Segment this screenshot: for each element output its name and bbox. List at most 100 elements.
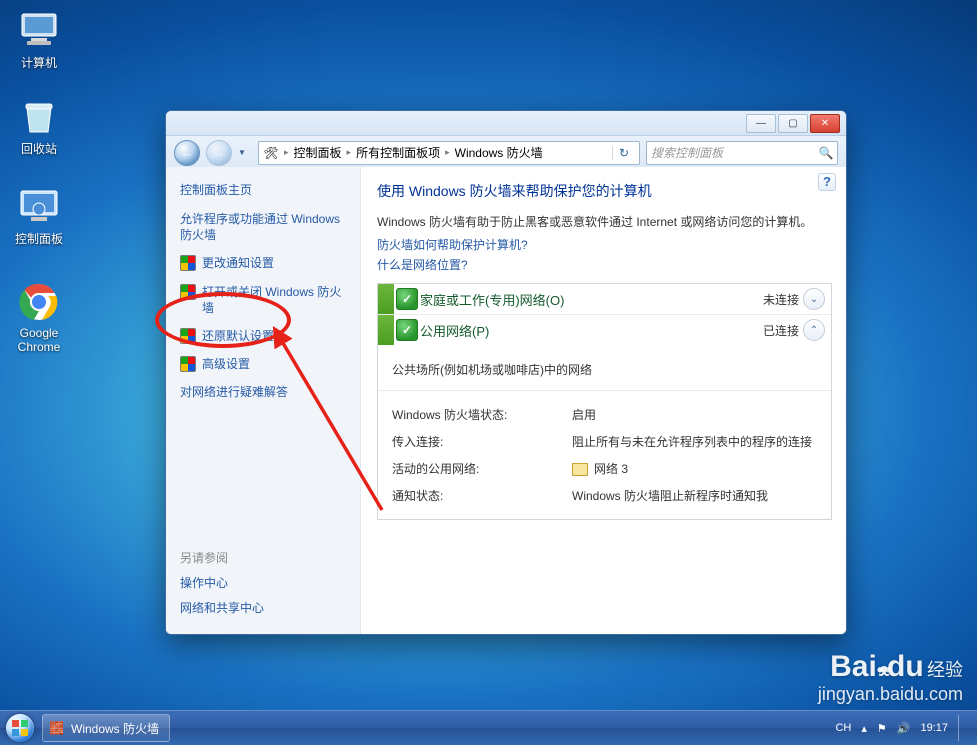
see-also-section: 另请参阅 操作中心 网络和共享中心 bbox=[180, 545, 348, 624]
sidebar-item-label: 更改通知设置 bbox=[202, 255, 274, 271]
see-also-heading: 另请参阅 bbox=[180, 549, 348, 566]
chrome-icon bbox=[17, 280, 61, 324]
link-firewall-help[interactable]: 防火墙如何帮助保护计算机? bbox=[377, 236, 832, 253]
computer-icon bbox=[17, 8, 61, 52]
chevron-down-icon[interactable]: ⌄ bbox=[803, 288, 825, 310]
maximize-button[interactable]: ▢ bbox=[778, 114, 808, 133]
window-titlebar[interactable]: — ▢ ✕ bbox=[166, 111, 846, 136]
search-icon[interactable]: 🔍 bbox=[815, 146, 837, 160]
sidebar-item-label: 打开或关闭 Windows 防火墙 bbox=[202, 284, 348, 316]
section-title: 家庭或工作(专用)网络(O) bbox=[420, 290, 564, 309]
row-active-network: 活动的公用网络: 网络 3 bbox=[392, 455, 817, 482]
desktop-icon-label: 计算机 bbox=[4, 54, 74, 71]
page-description: Windows 防火墙有助于防止黑客或恶意软件通过 Internet 或网络访问… bbox=[377, 213, 832, 230]
sidebar-item-label: 还原默认设置 bbox=[202, 328, 274, 344]
nav-back-button[interactable]: ← bbox=[174, 140, 200, 166]
sidebar: 控制面板主页 允许程序或功能通过 Windows 防火墙 更改通知设置 打开或关… bbox=[166, 167, 361, 634]
shield-icon bbox=[180, 356, 196, 372]
desktop-icon-label: Google Chrome bbox=[4, 326, 74, 354]
firewall-window: — ▢ ✕ ← → ▼ 🛠 ▸ 控制面板 ▸ 所有控制面板项 ▸ Windows… bbox=[165, 110, 847, 635]
search-box[interactable]: 🔍 bbox=[646, 141, 838, 165]
window-navbar: ← → ▼ 🛠 ▸ 控制面板 ▸ 所有控制面板项 ▸ Windows 防火墙 ↻… bbox=[166, 136, 846, 170]
sidebar-item-label: 允许程序或功能通过 Windows 防火墙 bbox=[180, 211, 348, 243]
desktop-icon-recycle[interactable]: 回收站 bbox=[4, 94, 74, 157]
desktop-icon-label: 控制面板 bbox=[4, 230, 74, 247]
row-key: 活动的公用网络: bbox=[392, 455, 572, 482]
row-notify-state: 通知状态: Windows 防火墙阻止新程序时通知我 bbox=[392, 482, 817, 509]
show-desktop-button[interactable] bbox=[958, 715, 967, 741]
link-network-location[interactable]: 什么是网络位置? bbox=[377, 256, 832, 273]
sidebar-item-label: 高级设置 bbox=[202, 356, 250, 372]
firewall-icon: 🧱 bbox=[49, 721, 65, 735]
see-also-action-center[interactable]: 操作中心 bbox=[180, 574, 348, 591]
sidebar-item-troubleshoot[interactable]: 对网络进行疑难解答 bbox=[180, 384, 348, 400]
row-key: Windows 防火墙状态: bbox=[392, 401, 572, 428]
nav-history-dropdown[interactable]: ▼ bbox=[238, 148, 252, 157]
desktop-icon-label: 回收站 bbox=[4, 140, 74, 157]
sidebar-item-advanced-settings[interactable]: 高级设置 bbox=[180, 356, 348, 372]
windows-logo-icon bbox=[6, 714, 34, 742]
controlpanel-small-icon: 🛠 bbox=[263, 146, 279, 160]
row-key: 传入连接: bbox=[392, 428, 572, 455]
desktop-icon-controlpanel[interactable]: 控制面板 bbox=[4, 184, 74, 247]
taskbar-item-firewall[interactable]: 🧱 Windows 防火墙 bbox=[42, 714, 170, 742]
recycle-icon bbox=[17, 94, 61, 138]
help-button[interactable]: ? bbox=[818, 173, 836, 191]
sidebar-item-allow-program[interactable]: 允许程序或功能通过 Windows 防火墙 bbox=[180, 211, 348, 243]
taskbar-item-label: Windows 防火墙 bbox=[71, 720, 159, 737]
public-network-header[interactable]: ✓ 公用网络(P) 已连接 ⌃ bbox=[378, 315, 831, 345]
start-button[interactable] bbox=[0, 711, 40, 745]
sidebar-item-toggle-firewall[interactable]: 打开或关闭 Windows 防火墙 bbox=[180, 284, 348, 316]
sidebar-item-label: 对网络进行疑难解答 bbox=[180, 384, 288, 400]
controlpanel-icon bbox=[17, 184, 61, 228]
address-bar[interactable]: 🛠 ▸ 控制面板 ▸ 所有控制面板项 ▸ Windows 防火墙 ↻ bbox=[258, 141, 640, 165]
ime-indicator[interactable]: CH bbox=[835, 722, 851, 734]
network-icon bbox=[572, 463, 588, 476]
shield-icon bbox=[180, 284, 196, 300]
row-incoming: 传入连接: 阻止所有与未在允许程序列表中的程序的连接 bbox=[392, 428, 817, 455]
page-title: 使用 Windows 防火墙来帮助保护您的计算机 bbox=[377, 181, 832, 201]
clock[interactable]: 19:17 bbox=[920, 722, 948, 734]
desktop-icon-computer[interactable]: 计算机 bbox=[4, 8, 74, 71]
chevron-up-icon[interactable]: ⌃ bbox=[803, 319, 825, 341]
tray-overflow-icon[interactable]: ▴ bbox=[861, 722, 867, 735]
network-sections: ✓ 家庭或工作(专用)网络(O) 未连接 ⌄ ✓ 公用网络(P) 已连接 ⌃ 公… bbox=[377, 283, 832, 520]
connection-state: 未连接 bbox=[763, 291, 799, 308]
public-network-properties: Windows 防火墙状态: 启用 传入连接: 阻止所有与未在允许程序列表中的程… bbox=[378, 391, 831, 519]
see-also-network-sharing[interactable]: 网络和共享中心 bbox=[180, 599, 348, 616]
watermark: Bai•ᴥ•du 经验 jingyan.baidu.com bbox=[818, 650, 963, 705]
search-input[interactable] bbox=[647, 146, 815, 160]
sidebar-home-link[interactable]: 控制面板主页 bbox=[180, 181, 348, 198]
taskbar: 🧱 Windows 防火墙 CH ▴ ⚑ 🔊 19:17 bbox=[0, 710, 977, 745]
breadcrumb-level2[interactable]: Windows 防火墙 bbox=[455, 144, 543, 161]
shield-check-icon: ✓ bbox=[394, 315, 420, 345]
breadcrumb-root[interactable]: 控制面板 bbox=[294, 144, 342, 161]
nav-forward-button[interactable]: → bbox=[206, 140, 232, 166]
section-stripe bbox=[378, 315, 394, 345]
row-value: 阻止所有与未在允许程序列表中的程序的连接 bbox=[572, 428, 817, 455]
sidebar-item-restore-defaults[interactable]: 还原默认设置 bbox=[180, 328, 348, 344]
connection-state: 已连接 bbox=[763, 322, 799, 339]
row-value: 启用 bbox=[572, 401, 817, 428]
action-center-tray-icon[interactable]: ⚑ bbox=[877, 722, 887, 735]
public-note: 公共场所(例如机场或咖啡店)中的网络 bbox=[392, 361, 817, 378]
public-network-detail: 公共场所(例如机场或咖啡店)中的网络 bbox=[378, 345, 831, 391]
system-tray: CH ▴ ⚑ 🔊 19:17 bbox=[825, 715, 977, 741]
row-key: 通知状态: bbox=[392, 482, 572, 509]
section-stripe bbox=[378, 284, 394, 314]
row-value: Windows 防火墙阻止新程序时通知我 bbox=[572, 482, 817, 509]
shield-check-icon: ✓ bbox=[394, 284, 420, 314]
sidebar-item-change-notify[interactable]: 更改通知设置 bbox=[180, 255, 348, 271]
home-work-network-header[interactable]: ✓ 家庭或工作(专用)网络(O) 未连接 ⌄ bbox=[378, 284, 831, 315]
shield-icon bbox=[180, 328, 196, 344]
row-value: 网络 3 bbox=[572, 455, 817, 482]
desktop-icon-chrome[interactable]: Google Chrome bbox=[4, 280, 74, 354]
volume-tray-icon[interactable]: 🔊 bbox=[897, 722, 911, 735]
shield-icon bbox=[180, 255, 196, 271]
row-firewall-state: Windows 防火墙状态: 启用 bbox=[392, 401, 817, 428]
breadcrumb-level1[interactable]: 所有控制面板项 bbox=[356, 144, 440, 161]
section-title: 公用网络(P) bbox=[420, 321, 489, 340]
minimize-button[interactable]: — bbox=[746, 114, 776, 133]
refresh-button[interactable]: ↻ bbox=[612, 146, 635, 160]
close-button[interactable]: ✕ bbox=[810, 114, 840, 133]
